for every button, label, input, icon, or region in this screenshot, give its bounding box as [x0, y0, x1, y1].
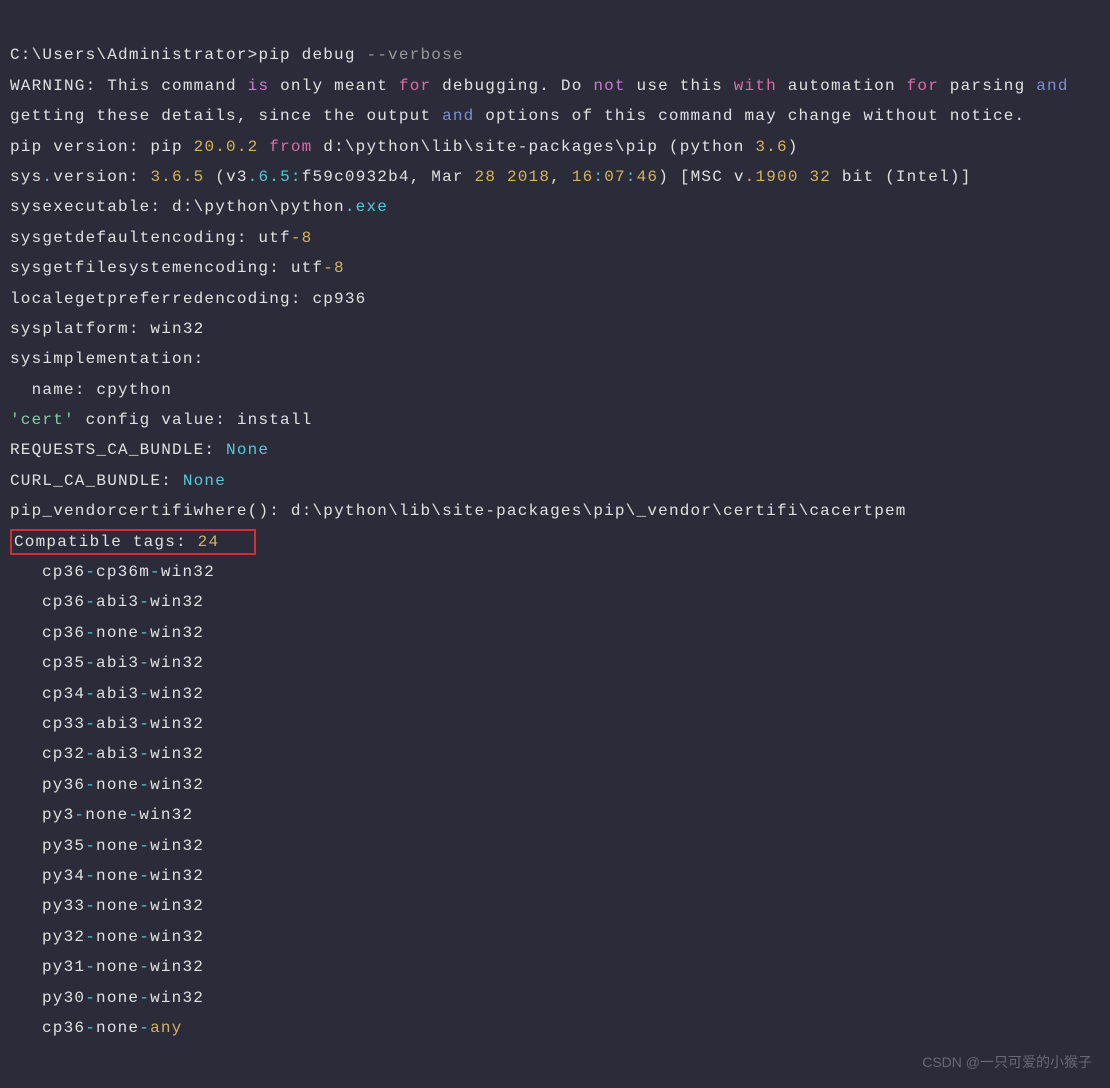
certifi-line: pip_vendorcertifiwhere(): d:\python\lib\…: [10, 502, 907, 520]
sys-fsenc-line: sysgetfilesystemencoding: utf-8: [10, 259, 345, 277]
locale-line: localegetpreferredencoding: cp936: [10, 290, 366, 308]
terminal-output: C:\Users\Administrator>pip debug --verbo…: [10, 10, 1100, 1043]
tag-item: py35-none-win32: [10, 831, 204, 861]
tag-item: py34-none-win32: [10, 861, 204, 891]
implementation-line: sysimplementation:: [10, 350, 204, 368]
sys-defaultenc-line: sysgetdefaultencoding: utf-8: [10, 229, 312, 247]
tag-item: cp35-abi3-win32: [10, 648, 204, 678]
tag-item: py31-none-win32: [10, 952, 204, 982]
compatible-tags-highlight: Compatible tags: 24: [10, 529, 256, 555]
sys-executable-line: sysexecutable: d:\python\python.exe: [10, 198, 388, 216]
tag-item: py30-none-win32: [10, 983, 204, 1013]
tags-list: cp36-cp36m-win32 cp36-abi3-win32 cp36-no…: [10, 563, 215, 1006]
tag-item: cp36-none-win32: [10, 618, 204, 648]
warning-line: WARNING: This command is only meant for …: [10, 77, 1079, 125]
pip-version-line: pip version: pip 20.0.2 from d:\python\l…: [10, 138, 799, 156]
prompt-path: C:\Users\Administrator>: [10, 46, 258, 64]
tag-item: py32-none-win32: [10, 922, 204, 952]
sys-version-line: sys.version: 3.6.5 (v3.6.5:f59c0932b4, M…: [10, 168, 972, 186]
requests-ca-line: REQUESTS_CA_BUNDLE: None: [10, 441, 269, 459]
tag-item: cp36-cp36m-win32: [10, 557, 215, 587]
implementation-name: name: cpython: [10, 381, 172, 399]
platform-line: sysplatform: win32: [10, 320, 204, 338]
watermark: CSDN @一只可爱的小猴子: [922, 1049, 1092, 1076]
cert-line: 'cert' config value: install: [10, 411, 312, 429]
tag-item: py3-none-win32: [10, 800, 193, 830]
curl-ca-line: CURL_CA_BUNDLE: None: [10, 472, 226, 490]
prompt-line: C:\Users\Administrator>pip debug --verbo…: [10, 46, 464, 64]
tag-item: cp36-abi3-win32: [10, 587, 204, 617]
tag-item: py33-none-win32: [10, 891, 204, 921]
tag-item: cp34-abi3-win32: [10, 679, 204, 709]
tag-item: cp33-abi3-win32: [10, 709, 204, 739]
tag-item-last: cp36-none-any: [10, 1013, 182, 1043]
tag-item: cp32-abi3-win32: [10, 739, 204, 769]
tag-item: py36-none-win32: [10, 770, 204, 800]
